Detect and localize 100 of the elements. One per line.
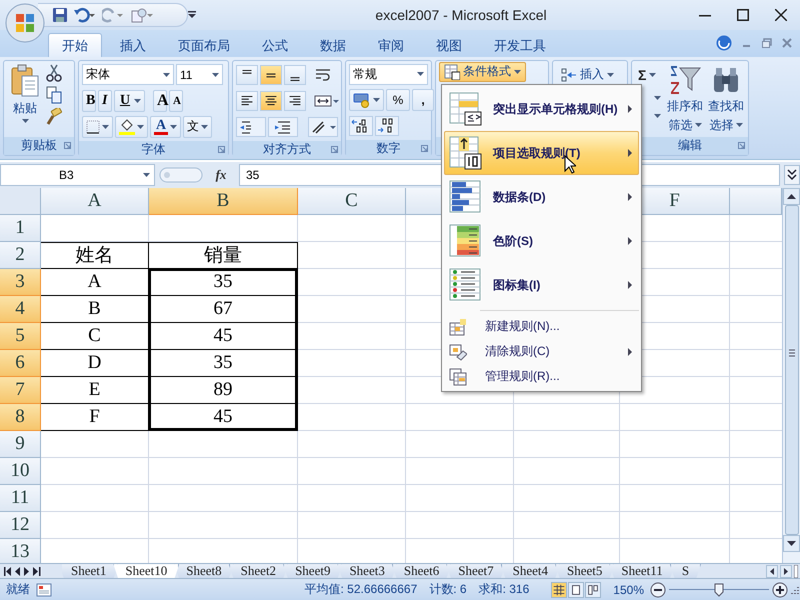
shrink-font-button[interactable]: A: [169, 90, 183, 112]
sheet-tab[interactable]: Sheet1: [62, 564, 118, 578]
ribbon-tab[interactable]: 开始: [48, 32, 102, 57]
dialog-launcher-icon[interactable]: [64, 142, 71, 149]
row-header[interactable]: 10: [0, 458, 41, 485]
ribbon-tab[interactable]: 视图: [422, 32, 476, 57]
caret-icon[interactable]: [649, 72, 656, 77]
column-header[interactable]: C: [298, 188, 406, 215]
customize-toolbar-icon[interactable]: [188, 10, 196, 19]
sheet-tab[interactable]: Sheet11: [609, 564, 675, 578]
row-header[interactable]: 6: [0, 350, 41, 377]
borders-button[interactable]: [82, 116, 113, 138]
page-break-view-icon[interactable]: [585, 582, 602, 598]
zoom-out-icon[interactable]: [650, 582, 666, 598]
scroll-up-icon[interactable]: [783, 188, 800, 205]
undo-icon[interactable]: [74, 6, 96, 23]
bottom-align-icon[interactable]: [284, 64, 306, 85]
save-icon[interactable]: [52, 6, 68, 23]
maximize-icon[interactable]: [737, 8, 749, 21]
last-sheet-icon[interactable]: [33, 566, 41, 576]
next-sheet-icon[interactable]: [24, 566, 30, 576]
sheet-tab[interactable]: Sheet7: [446, 564, 506, 578]
align-left-icon[interactable]: [236, 90, 258, 111]
splitter-handle-icon[interactable]: [159, 166, 203, 183]
row-header[interactable]: 11: [0, 484, 41, 512]
caret-icon[interactable]: [143, 172, 150, 177]
sheet-tab[interactable]: Sheet3: [337, 564, 397, 578]
ribbon-tab[interactable]: 开发工具: [480, 32, 560, 57]
scroll-left-icon[interactable]: [766, 564, 778, 578]
menu-item[interactable]: 突出显示单元格规则(H): [444, 87, 639, 131]
normal-view-icon[interactable]: [551, 582, 568, 598]
previous-sheet-icon[interactable]: [15, 566, 21, 576]
format-painter-icon[interactable]: [46, 108, 62, 126]
dialog-launcher-icon[interactable]: [421, 144, 428, 152]
row-header[interactable]: 5: [0, 322, 41, 350]
name-box[interactable]: B3: [0, 164, 155, 186]
increase-decimal-icon[interactable]: [349, 116, 373, 136]
sheet-tab[interactable]: Sheet10: [113, 564, 180, 578]
find-select-button[interactable]: 查找和 选择: [707, 64, 745, 134]
decrease-decimal-icon[interactable]: [375, 116, 399, 136]
underline-button[interactable]: U: [114, 90, 145, 112]
sheet-tab[interactable]: S: [670, 564, 702, 578]
font-size-field[interactable]: 11: [176, 64, 223, 86]
cut-icon[interactable]: [46, 64, 62, 82]
fill-color-button[interactable]: [115, 116, 148, 138]
restore-icon[interactable]: [762, 38, 772, 48]
caret-icon[interactable]: [514, 70, 521, 74]
zoom-slider-thumb[interactable]: [714, 582, 724, 597]
row-header[interactable]: 1: [0, 214, 41, 242]
sheet-tab[interactable]: Sheet8: [174, 564, 234, 578]
menu-item[interactable]: 管理规则(R)...: [444, 364, 639, 389]
align-center-icon[interactable]: [260, 90, 282, 111]
row-header[interactable]: 7: [0, 376, 41, 404]
caret-icon[interactable]: [137, 124, 144, 129]
dialog-launcher-icon[interactable]: [331, 146, 338, 153]
comma-button[interactable]: ,: [412, 88, 434, 111]
font-name-field[interactable]: 宋体: [82, 64, 174, 86]
bold-button[interactable]: B: [82, 90, 96, 112]
sheet-tab[interactable]: Sheet6: [392, 564, 452, 578]
italic-button[interactable]: I: [98, 90, 112, 112]
redo-icon[interactable]: [102, 6, 124, 23]
column-header[interactable]: A: [41, 188, 149, 215]
first-sheet-icon[interactable]: [4, 566, 12, 576]
conditional-formatting-button[interactable]: 条件格式: [439, 62, 526, 82]
caret-icon[interactable]: [694, 123, 702, 128]
autosum-button[interactable]: Σ: [635, 64, 660, 86]
record-macro-icon[interactable]: [36, 582, 52, 597]
page-layout-view-icon[interactable]: [568, 582, 584, 598]
sheet-tab[interactable]: Sheet9: [283, 564, 342, 578]
caret-icon[interactable]: [736, 123, 742, 128]
ribbon-tab[interactable]: 公式: [248, 32, 302, 57]
column-header[interactable]: B: [149, 188, 298, 215]
text-orientation-icon[interactable]: [308, 116, 338, 137]
zoom-in-icon[interactable]: [772, 582, 788, 598]
menu-item[interactable]: 新建规则(N)...: [444, 314, 639, 339]
dialog-launcher-icon[interactable]: [218, 146, 225, 153]
grow-font-button[interactable]: A: [153, 90, 167, 112]
dialog-launcher-icon[interactable]: [738, 142, 745, 149]
row-header[interactable]: 4: [0, 296, 41, 323]
caret-icon[interactable]: [22, 118, 28, 123]
row-header[interactable]: 8: [0, 404, 41, 431]
paste-button[interactable]: 粘贴: [7, 64, 43, 134]
caret-icon[interactable]: [102, 124, 109, 129]
scroll-thumb[interactable]: [784, 204, 798, 535]
caret-icon[interactable]: [212, 72, 219, 77]
top-align-icon[interactable]: [236, 64, 258, 85]
ribbon-tab[interactable]: 页面布局: [164, 32, 244, 57]
insert-function-button[interactable]: fx: [211, 164, 231, 186]
scroll-right-icon[interactable]: [780, 564, 792, 578]
caret-icon[interactable]: [163, 72, 170, 77]
help-icon[interactable]: [716, 34, 732, 51]
caret-icon[interactable]: [607, 72, 614, 77]
caret-icon[interactable]: [654, 114, 661, 118]
menu-item[interactable]: 色阶(S): [444, 219, 639, 263]
phonetic-button[interactable]: 文: [183, 116, 212, 138]
caret-icon[interactable]: [201, 124, 208, 129]
caret-icon[interactable]: [417, 72, 424, 76]
ribbon-tab[interactable]: 插入: [106, 32, 160, 57]
insert-button[interactable]: 插入: [556, 64, 619, 86]
caret-icon[interactable]: [654, 96, 661, 100]
